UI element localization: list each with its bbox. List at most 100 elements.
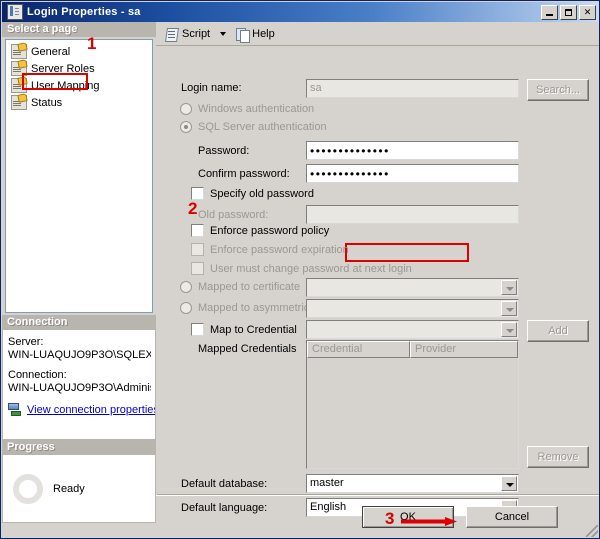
radio-icon	[180, 121, 192, 133]
sql-authentication-label: SQL Server authentication	[198, 121, 327, 133]
script-icon	[165, 27, 179, 41]
server-value: WIN-LUAQUJO9P3O\SQLEXPRE	[8, 349, 151, 361]
checkbox-icon	[191, 224, 204, 237]
mapped-credentials-label: Mapped Credentials	[198, 343, 297, 355]
enforce-password-policy-checkbox[interactable]: Enforce password policy	[191, 224, 329, 237]
form-area: Login name: sa Search... Windows authent…	[156, 46, 599, 517]
mapped-to-certificate-radio[interactable]: Mapped to certificate	[180, 281, 300, 293]
window-title: Login Properties - sa	[27, 6, 141, 18]
help-icon	[236, 27, 251, 43]
chevron-down-icon[interactable]	[501, 322, 517, 337]
close-icon[interactable]: ✕	[579, 4, 596, 20]
add-button[interactable]: Add	[527, 320, 589, 342]
checkbox-icon	[191, 243, 204, 256]
enforce-password-expiration-checkbox[interactable]: Enforce password expiration	[191, 243, 349, 256]
sidebar-item-label: Status	[31, 96, 63, 109]
sidebar-item-status[interactable]: Status	[6, 94, 152, 111]
login-properties-dialog: Login Properties - sa ✕ Select a page Ge…	[0, 0, 600, 539]
mapped-credentials-list[interactable]: Credential Provider	[306, 340, 519, 469]
toolbar: Script Help	[156, 22, 599, 46]
connection-panel: Connection Server: WIN-LUAQUJO9P3O\SQLEX…	[2, 315, 156, 440]
network-properties-icon	[8, 403, 23, 416]
connection-value: WIN-LUAQUJO9P3O\Administrato	[8, 382, 151, 394]
default-database-label: Default database:	[181, 478, 268, 490]
sidebar-item-general[interactable]: General	[6, 43, 152, 60]
chevron-down-icon[interactable]	[501, 301, 517, 316]
main-panel: Script Help Login name: sa Search... Win…	[156, 22, 599, 538]
progress-header: Progress	[2, 440, 156, 455]
script-button[interactable]: Script	[161, 24, 214, 44]
specify-old-password-label: Specify old password	[210, 187, 314, 200]
column-header-credential[interactable]: Credential	[307, 341, 411, 358]
map-to-credential-label: Map to Credential	[210, 323, 297, 336]
minimize-button[interactable]	[541, 4, 558, 20]
script-page-icon	[11, 78, 27, 93]
checkbox-icon	[191, 323, 204, 336]
must-change-password-label: User must change password at next login	[210, 262, 412, 275]
progress-panel: Progress Ready	[2, 440, 156, 523]
annotation-number-1: 1	[87, 34, 97, 53]
login-name-input[interactable]: sa	[306, 79, 519, 98]
progress-body: Ready	[2, 455, 156, 523]
list-header: Credential Provider	[307, 341, 518, 358]
view-connection-properties-row[interactable]: View connection properties	[8, 403, 155, 416]
confirm-password-input[interactable]: ••••••••••••••	[306, 164, 519, 183]
old-password-input[interactable]	[306, 205, 519, 224]
specify-old-password-checkbox[interactable]: Specify old password	[191, 187, 314, 200]
chevron-down-icon[interactable]	[501, 476, 517, 491]
title-bar: Login Properties - sa ✕	[2, 2, 599, 22]
page-list[interactable]: General Server Roles User Mapping Status	[5, 39, 153, 313]
script-page-icon	[11, 61, 27, 76]
window-controls: ✕	[541, 4, 598, 20]
maximize-button[interactable]	[560, 4, 577, 20]
annotation-number-3: 3	[385, 509, 395, 528]
certificate-combo[interactable]	[306, 278, 519, 297]
map-to-credential-checkbox[interactable]: Map to Credential	[191, 323, 297, 336]
view-connection-properties-link[interactable]: View connection properties	[27, 404, 155, 416]
radio-icon	[180, 281, 192, 293]
connection-label: Connection:	[8, 369, 67, 381]
script-label: Script	[182, 27, 211, 40]
checkbox-icon	[191, 262, 204, 275]
enforce-password-expiration-label: Enforce password expiration	[210, 243, 349, 256]
mapped-to-certificate-label: Mapped to certificate	[198, 281, 301, 293]
script-page-icon	[11, 44, 27, 59]
windows-authentication-radio[interactable]: Windows authentication	[180, 103, 314, 115]
old-password-label: Old password:	[198, 209, 269, 221]
login-name-label: Login name:	[181, 82, 242, 94]
default-database-combo[interactable]: master	[306, 474, 519, 493]
connection-body: Server: WIN-LUAQUJO9P3O\SQLEXPRE Connect…	[2, 330, 156, 440]
sql-authentication-radio[interactable]: SQL Server authentication	[180, 121, 327, 133]
close-glyph: ✕	[583, 6, 592, 17]
column-header-provider[interactable]: Provider	[410, 341, 518, 358]
chevron-down-icon[interactable]	[220, 31, 227, 36]
dialog-footer: OK Cancel	[156, 495, 599, 538]
password-label: Password:	[198, 145, 250, 157]
enforce-password-policy-label: Enforce password policy	[210, 224, 330, 237]
ok-button[interactable]: OK	[362, 506, 454, 528]
sidebar: Select a page General Server Roles User …	[2, 22, 156, 538]
sidebar-item-user-mapping[interactable]: User Mapping	[6, 77, 152, 94]
search-button[interactable]: Search...	[527, 79, 589, 101]
sidebar-item-label: Server Roles	[31, 62, 95, 75]
windows-authentication-label: Windows authentication	[198, 103, 315, 115]
sidebar-item-label: User Mapping	[31, 79, 100, 92]
document-icon	[7, 4, 23, 20]
sidebar-item-label: General	[31, 45, 71, 58]
progress-spinner-icon	[13, 473, 43, 504]
resize-grip[interactable]	[586, 525, 598, 537]
chevron-down-icon[interactable]	[501, 280, 517, 295]
asymmetric-key-combo[interactable]	[306, 299, 519, 318]
password-input[interactable]: ••••••••••••••	[306, 141, 519, 160]
sidebar-item-server-roles[interactable]: Server Roles	[6, 60, 152, 77]
credential-combo[interactable]	[306, 320, 519, 339]
remove-button[interactable]: Remove	[527, 446, 589, 468]
default-database-value: master	[310, 477, 344, 489]
cancel-button[interactable]: Cancel	[466, 506, 558, 528]
radio-icon	[180, 103, 192, 115]
must-change-password-checkbox[interactable]: User must change password at next login	[191, 262, 412, 275]
radio-icon	[180, 302, 192, 314]
server-label: Server:	[8, 336, 44, 348]
confirm-password-label: Confirm password:	[198, 168, 290, 180]
help-button[interactable]: Help	[232, 24, 279, 44]
